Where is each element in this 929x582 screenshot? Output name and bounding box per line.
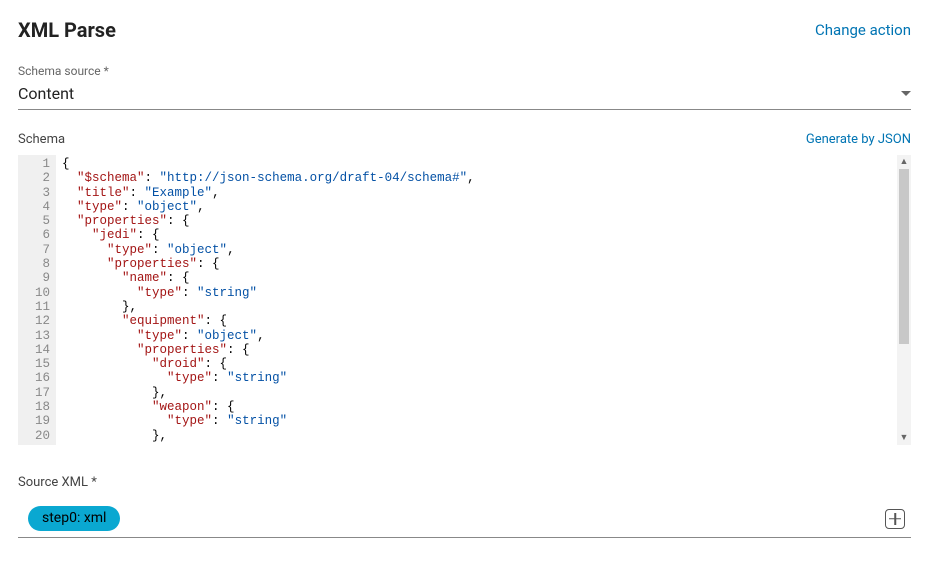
scroll-down-icon[interactable]: ▼ [897, 431, 911, 445]
scrollbar-track[interactable]: ▲ ▼ [897, 155, 911, 445]
schema-label: Schema [18, 132, 65, 147]
schema-source-label: Schema source * [18, 64, 911, 78]
source-xml-input[interactable]: step0: xml [18, 500, 911, 538]
scrollbar-thumb[interactable] [899, 169, 909, 344]
source-xml-chip[interactable]: step0: xml [28, 506, 120, 531]
schema-source-select[interactable]: Content [18, 82, 911, 110]
schema-source-value: Content [18, 84, 74, 103]
source-xml-field: Source XML * step0: xml [18, 475, 911, 538]
generate-by-json-link[interactable]: Generate by JSON [806, 132, 911, 147]
chevron-down-icon [901, 91, 911, 96]
change-action-link[interactable]: Change action [815, 21, 911, 39]
schema-editor[interactable]: 1234567891011121314151617181920 { "$sche… [18, 155, 911, 453]
code-content[interactable]: { "$schema": "http://json-schema.org/dra… [56, 155, 911, 445]
source-xml-label: Source XML * [18, 475, 911, 490]
add-icon[interactable] [885, 509, 905, 529]
scroll-up-icon[interactable]: ▲ [897, 155, 911, 169]
line-gutter: 1234567891011121314151617181920 [18, 155, 56, 445]
schema-source-field: Schema source * Content [18, 64, 911, 110]
page-title: XML Parse [18, 18, 116, 42]
